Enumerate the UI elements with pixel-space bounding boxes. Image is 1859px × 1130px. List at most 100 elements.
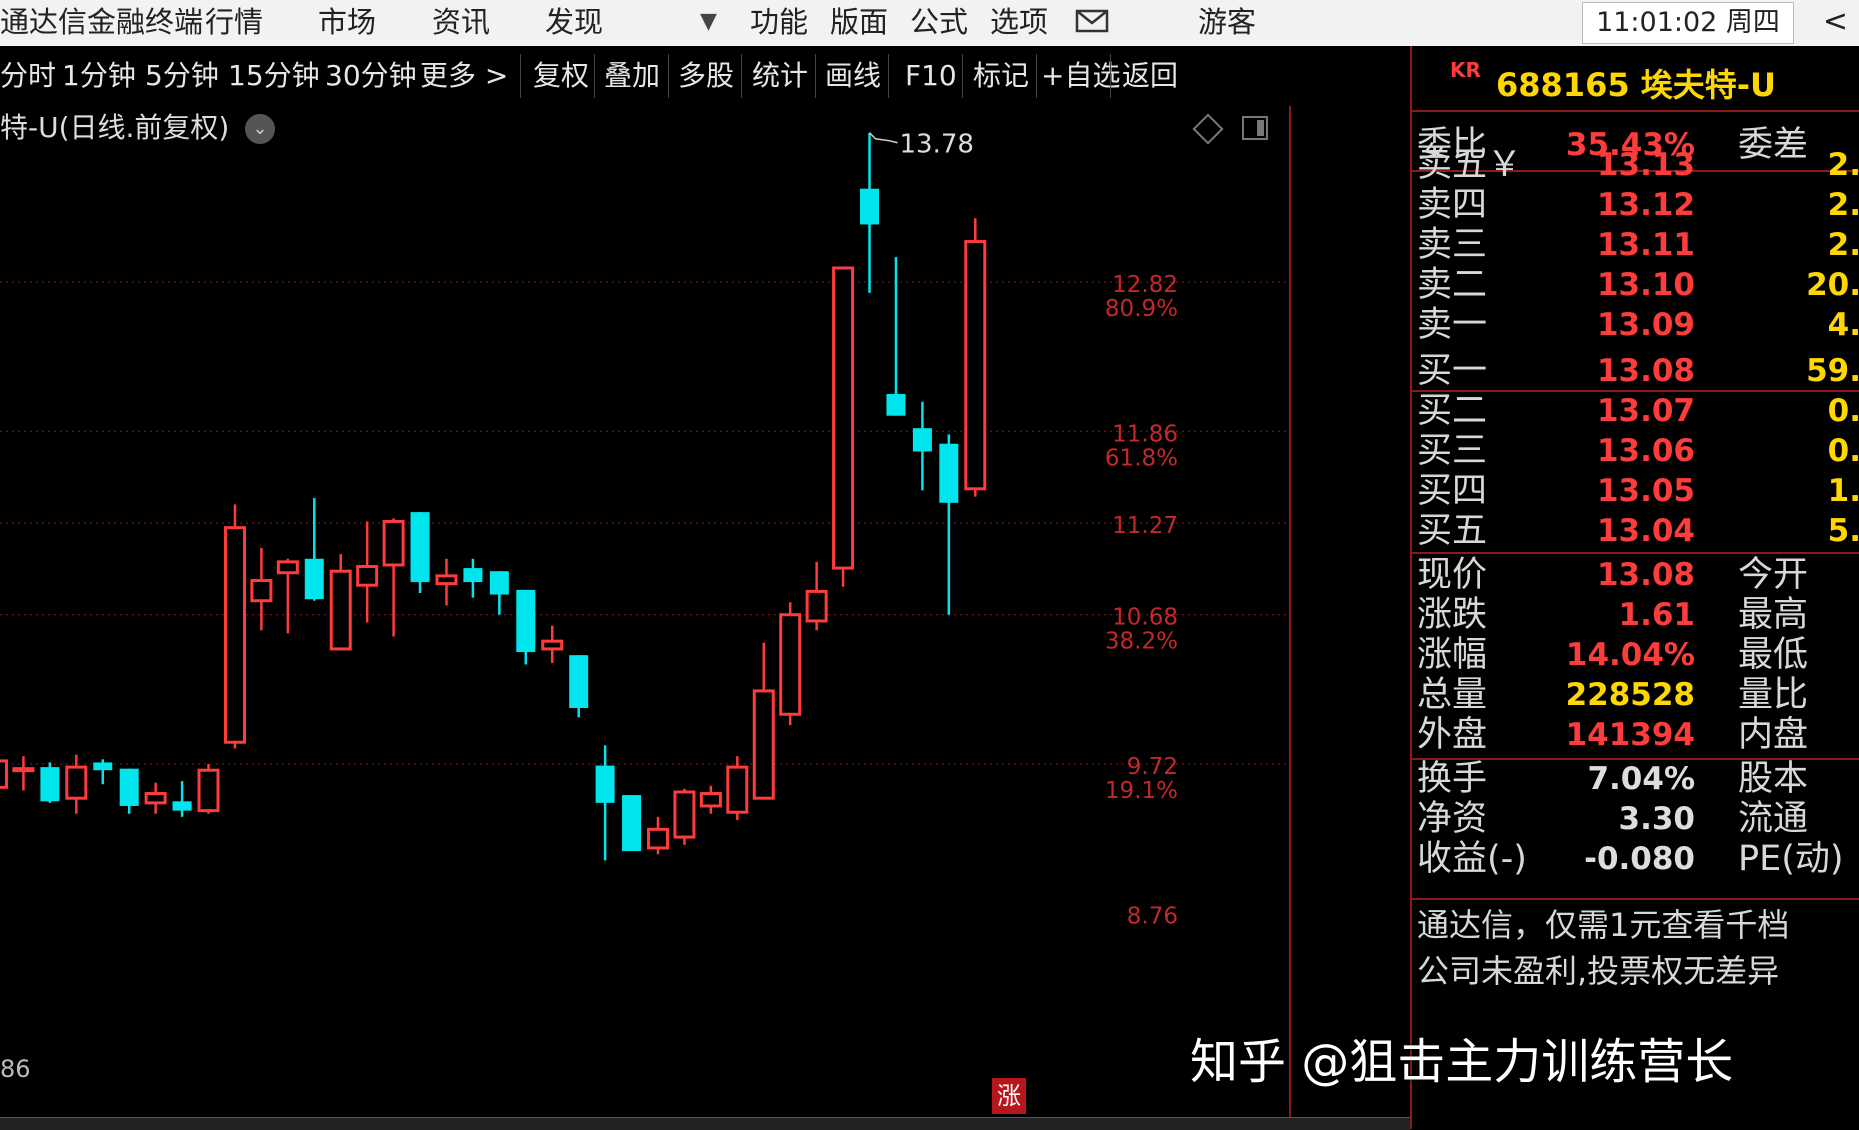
menu-functions[interactable]: 功能: [750, 0, 808, 46]
candle[interactable]: [119, 768, 139, 814]
candle[interactable]: [197, 764, 220, 814]
candle-body: [860, 188, 880, 225]
candle[interactable]: [410, 512, 430, 593]
price-tick-label: 10.68: [1112, 605, 1178, 631]
candle[interactable]: [329, 554, 352, 651]
candle[interactable]: [223, 504, 246, 749]
candle[interactable]: [779, 602, 802, 726]
chevron-down-icon[interactable]: ⌄: [245, 114, 275, 144]
candle-body: [622, 795, 642, 852]
kline-chart[interactable]: 13.78 12.8280.9% 11.8661.8% 11.27 10.6838.2…: [0, 106, 1410, 1129]
menu-bar: 通达信金融终端 行情 市场 资讯 发现 ▼ 功能 版面 公式 选项 游客 11:…: [0, 0, 1859, 47]
menu-layout[interactable]: 版面: [830, 0, 888, 46]
chart-toolbar: 分时 1分钟 5分钟 15分钟 30分钟 更多 > 复权 叠加 多股 统计 画线…: [0, 46, 1410, 106]
candle[interactable]: [304, 498, 324, 601]
period-more[interactable]: 更多 >: [420, 46, 508, 106]
bid-row-label: 买五: [1417, 511, 1488, 551]
candle-body: [40, 767, 60, 802]
adjust-button[interactable]: 复权: [533, 46, 589, 106]
candle[interactable]: [699, 785, 722, 814]
candle[interactable]: [12, 756, 35, 791]
candle-body: [223, 526, 246, 744]
candle[interactable]: [860, 132, 880, 293]
back-arrow-icon[interactable]: <: [1812, 0, 1859, 46]
bid-row[interactable]: 买五 13.04 5.: [1412, 508, 1859, 554]
candle[interactable]: [40, 762, 60, 803]
candle-body: [435, 574, 458, 586]
candle[interactable]: [939, 434, 959, 615]
candle[interactable]: [726, 756, 749, 820]
candle[interactable]: [832, 266, 855, 587]
menu-market[interactable]: 市场: [318, 0, 376, 46]
candle[interactable]: [65, 754, 88, 814]
watermark: 知乎 @狙击主力训练营长: [1190, 1034, 1734, 1090]
candle-body: [647, 827, 669, 850]
candle[interactable]: [276, 558, 299, 634]
candle[interactable]: [144, 782, 167, 814]
candle[interactable]: [93, 759, 113, 785]
toolbar-separator: [888, 54, 889, 98]
candle-body: [673, 790, 696, 839]
mail-icon[interactable]: [1075, 8, 1109, 36]
candle[interactable]: [886, 257, 906, 416]
candle-body: [832, 266, 855, 570]
mark-button[interactable]: 标记: [973, 46, 1029, 106]
f10-button[interactable]: F10: [905, 46, 957, 106]
multi-stock-button[interactable]: 多股: [678, 46, 734, 106]
menu-discover[interactable]: 发现: [545, 0, 603, 46]
candle-body: [329, 569, 352, 651]
candle-body: [119, 768, 139, 806]
candle[interactable]: [752, 642, 775, 800]
bottom-scroll-bar[interactable]: [0, 1117, 1410, 1130]
menu-market-quotes[interactable]: 行情: [205, 0, 263, 46]
return-button[interactable]: 返回: [1122, 46, 1178, 106]
toolbar-separator: [668, 54, 669, 98]
candle-body: [172, 801, 192, 811]
candle[interactable]: [250, 547, 273, 631]
fund-row[interactable]: 收益(-) -0.080 PE(动): [1412, 836, 1859, 882]
panel-toggle-icon[interactable]: [1242, 116, 1268, 140]
price-axis: 12.8280.9% 11.8661.8% 11.27 10.6838.2% 9.721…: [1105, 272, 1178, 929]
candle[interactable]: [382, 518, 405, 637]
note-row: 通达信，仅需1元查看千档: [1412, 902, 1859, 948]
pct-tick-label: 38.2%: [1105, 629, 1178, 655]
clock: 11:01:02 周四: [1582, 2, 1794, 44]
period-1min[interactable]: 1分钟: [62, 46, 136, 106]
overlay-button[interactable]: 叠加: [604, 46, 660, 106]
candle[interactable]: [356, 521, 379, 623]
candle[interactable]: [647, 816, 669, 855]
fund-row-label: 收益(-): [1417, 839, 1527, 879]
candle[interactable]: [463, 558, 483, 598]
period-intraday[interactable]: 分时: [0, 46, 56, 106]
candle[interactable]: [516, 589, 536, 665]
quote-row[interactable]: 外盘 141394 内盘: [1412, 712, 1859, 758]
candle-body: [304, 558, 324, 600]
candle[interactable]: [964, 218, 987, 497]
menu-news[interactable]: 资讯: [432, 0, 490, 46]
menu-formula[interactable]: 公式: [910, 0, 968, 46]
ask-row[interactable]: 卖一 13.09 4.: [1412, 302, 1859, 348]
dropdown-icon[interactable]: ▼: [700, 0, 717, 46]
candle[interactable]: [569, 655, 589, 718]
candle[interactable]: [622, 795, 642, 852]
period-5min[interactable]: 5分钟: [145, 46, 219, 106]
add-watchlist-button[interactable]: +自选: [1041, 46, 1120, 106]
candle-body: [463, 568, 483, 583]
quote-row-label2: 内盘: [1738, 715, 1809, 755]
candle[interactable]: [912, 401, 932, 491]
period-30min[interactable]: 30分钟: [325, 46, 417, 106]
candle[interactable]: [489, 571, 509, 615]
candle[interactable]: [435, 558, 458, 606]
candle[interactable]: [0, 759, 8, 798]
candle[interactable]: [805, 561, 828, 631]
candle[interactable]: [595, 745, 615, 861]
menu-options[interactable]: 选项: [990, 0, 1048, 46]
draw-line-button[interactable]: 画线: [825, 46, 881, 106]
candle[interactable]: [172, 781, 192, 817]
stock-name[interactable]: 688165 埃夫特-U: [1496, 60, 1776, 106]
candle[interactable]: [541, 625, 564, 663]
period-15min[interactable]: 15分钟: [228, 46, 320, 106]
statistics-button[interactable]: 统计: [752, 46, 808, 106]
candle[interactable]: [673, 788, 696, 845]
guest-user[interactable]: 游客: [1198, 0, 1256, 46]
